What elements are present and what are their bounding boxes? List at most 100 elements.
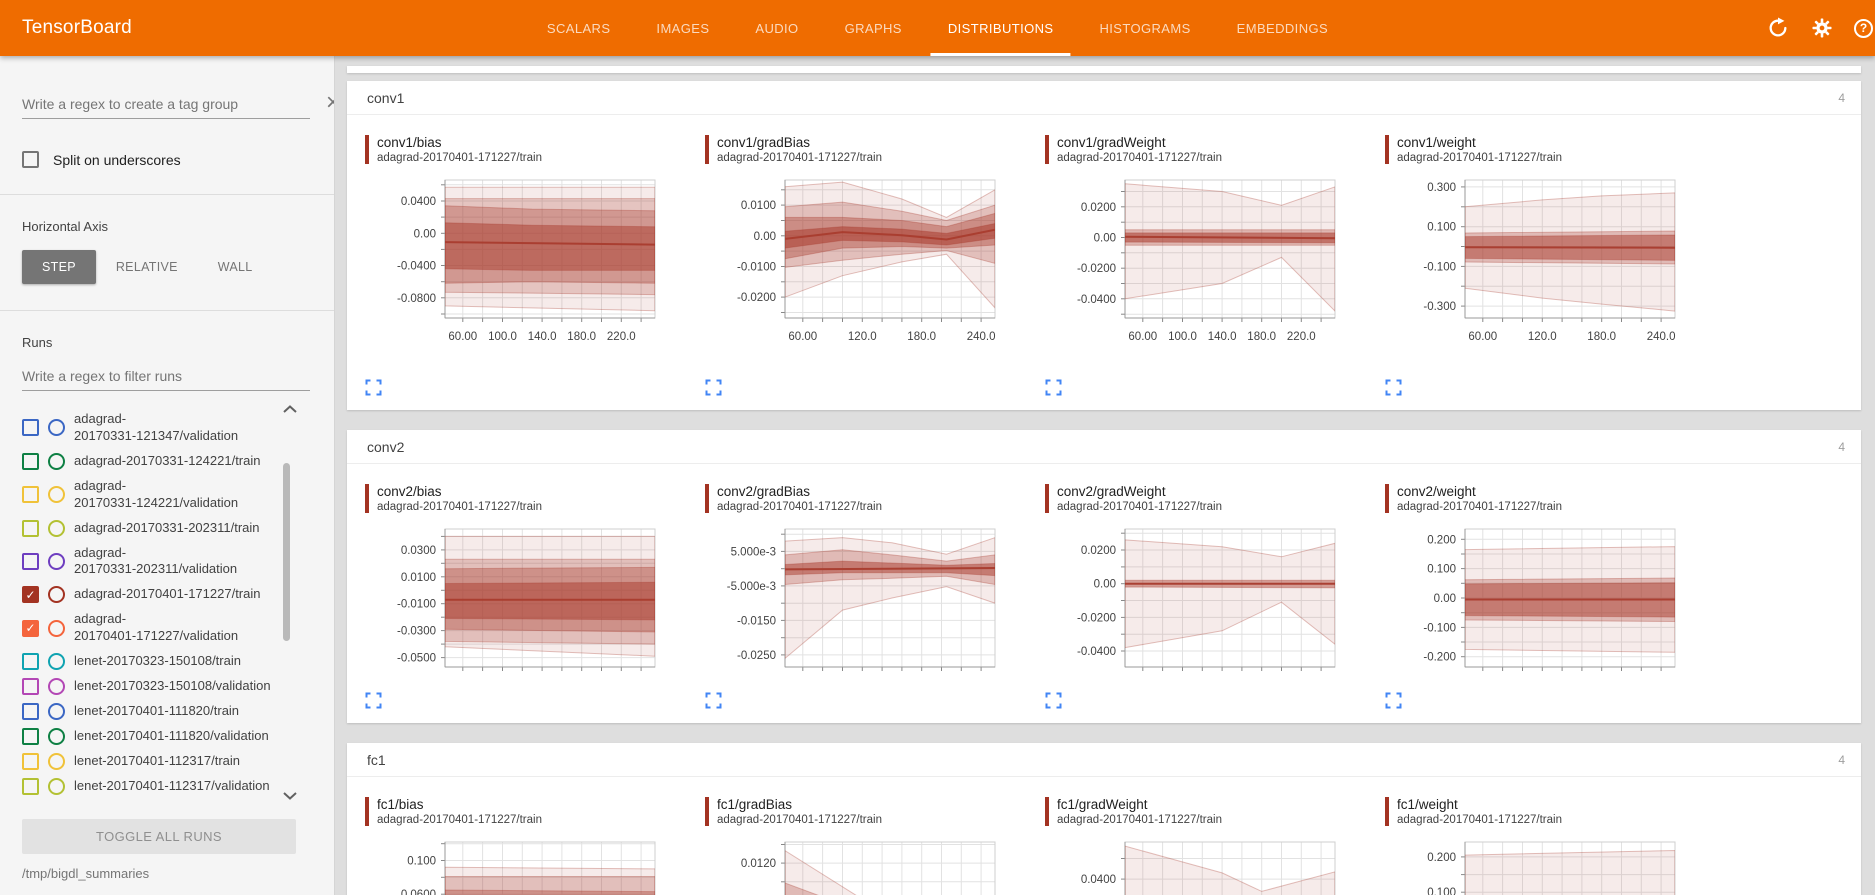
settings-icon[interactable]	[1810, 16, 1834, 40]
section-header-fc1[interactable]: fc14	[347, 743, 1861, 777]
horizontal-axis-label: Horizontal Axis	[0, 219, 334, 234]
section-header-conv2[interactable]: conv24	[347, 430, 1861, 464]
tab-distributions[interactable]: DISTRIBUTIONS	[925, 0, 1077, 56]
run-row[interactable]: lenet-20170401-112317/validation	[22, 774, 290, 799]
help-icon[interactable]: ?	[1854, 19, 1873, 38]
run-checkbox[interactable]	[22, 778, 39, 795]
run-checkbox[interactable]	[22, 703, 39, 720]
run-radio[interactable]	[48, 553, 65, 570]
run-row[interactable]: adagrad-20170331-202311/train	[22, 516, 290, 541]
expand-icon[interactable]	[705, 692, 722, 709]
expand-icon[interactable]	[365, 692, 382, 709]
run-label: lenet-20170323-150108/validation	[74, 678, 271, 695]
refresh-icon[interactable]	[1766, 16, 1790, 40]
run-checkbox[interactable]	[22, 728, 39, 745]
tab-graphs[interactable]: GRAPHS	[822, 0, 925, 56]
run-row[interactable]: adagrad-20170331-121347/validation	[22, 407, 290, 449]
expand-icon[interactable]	[1385, 692, 1402, 709]
run-checkbox[interactable]	[22, 678, 39, 695]
run-radio[interactable]	[48, 453, 65, 470]
runs-scrollbar[interactable]	[283, 463, 290, 641]
runs-filter-input[interactable]	[22, 364, 310, 391]
chart-run-name: adagrad-20170401-171227/train	[1057, 814, 1222, 826]
chart-title: fc1/gradWeight	[1057, 797, 1222, 812]
run-checkbox[interactable]: ✓	[22, 620, 39, 637]
tab-scalars[interactable]: SCALARS	[524, 0, 634, 56]
run-checkbox[interactable]	[22, 520, 39, 537]
run-radio[interactable]	[48, 703, 65, 720]
run-radio[interactable]	[48, 586, 65, 603]
run-checkbox[interactable]	[22, 653, 39, 670]
run-row[interactable]: lenet-20170323-150108/train	[22, 649, 290, 674]
svg-text:-0.0400: -0.0400	[1077, 646, 1116, 658]
run-row[interactable]: ✓adagrad-20170401-171227/train	[22, 582, 290, 607]
axis-button-relative[interactable]: RELATIVE	[96, 250, 198, 284]
axis-button-step[interactable]: STEP	[22, 250, 96, 284]
chart-title-block: fc1/weightadagrad-20170401-171227/train	[1385, 797, 1713, 826]
chevron-up-icon[interactable]	[282, 401, 298, 419]
run-radio[interactable]	[48, 653, 65, 670]
run-row[interactable]: adagrad-20170331-124221/validation	[22, 474, 290, 516]
run-radio[interactable]	[48, 678, 65, 695]
tab-histograms[interactable]: HISTOGRAMS	[1076, 0, 1213, 56]
expand-icon[interactable]	[1045, 692, 1062, 709]
run-checkbox[interactable]	[22, 453, 39, 470]
toggle-all-runs-button[interactable]: TOGGLE ALL RUNS	[22, 819, 296, 854]
tab-images[interactable]: IMAGES	[633, 0, 732, 56]
chart-plot: 0.2000.1000.00-0.100-0.200	[1373, 521, 1713, 686]
run-checkbox[interactable]	[22, 486, 39, 503]
svg-text:0.00: 0.00	[414, 228, 436, 240]
chart-cell-fc1-weight: fc1/weightadagrad-20170401-171227/train 0…	[1373, 797, 1713, 895]
split-underscores-checkbox[interactable]	[22, 151, 39, 168]
split-underscores-row[interactable]: Split on underscores	[0, 151, 334, 168]
svg-text:120.0: 120.0	[1528, 331, 1557, 343]
run-radio[interactable]	[48, 778, 65, 795]
run-radio[interactable]	[48, 753, 65, 770]
chart-plot: 0.01206.000e-30.00	[693, 834, 1033, 895]
previous-card-edge	[347, 66, 1861, 73]
expand-icon[interactable]	[1045, 379, 1062, 396]
tag-filter-input[interactable]	[22, 92, 310, 119]
chart-title-block: conv2/gradBiasadagrad-20170401-171227/tr…	[705, 484, 1033, 513]
chart-title-block: conv1/gradBiasadagrad-20170401-171227/tr…	[705, 135, 1033, 164]
expand-icon[interactable]	[365, 379, 382, 396]
svg-text:-0.0400: -0.0400	[1077, 294, 1116, 306]
section-chart-count: 4	[1838, 91, 1845, 105]
run-row[interactable]: lenet-20170401-112317/train	[22, 749, 290, 774]
svg-text:-0.0250: -0.0250	[737, 650, 776, 662]
run-row[interactable]: lenet-20170401-111820/validation	[22, 724, 290, 749]
section-header-conv1[interactable]: conv14	[347, 81, 1861, 115]
close-icon[interactable]: ×	[326, 92, 335, 114]
chart-title-block: conv2/gradWeightadagrad-20170401-171227/…	[1045, 484, 1373, 513]
run-row[interactable]: adagrad-20170331-124221/train	[22, 449, 290, 474]
chart-title: conv1/gradBias	[717, 135, 882, 150]
run-radio[interactable]	[48, 728, 65, 745]
run-row[interactable]: ✓adagrad-20170401-171227/validation	[22, 607, 290, 649]
expand-icon[interactable]	[705, 379, 722, 396]
run-radio[interactable]	[48, 486, 65, 503]
run-color-bar	[1045, 135, 1049, 164]
section-title: fc1	[367, 752, 386, 768]
svg-text:-0.100: -0.100	[1423, 261, 1456, 273]
run-row[interactable]: lenet-20170401-111820/train	[22, 699, 290, 724]
axis-button-wall[interactable]: WALL	[198, 250, 273, 284]
run-checkbox[interactable]	[22, 419, 39, 436]
chart-cell-fc1-gradWeight: fc1/gradWeight adagrad-20170401-171227/tr…	[1033, 797, 1373, 895]
tab-embeddings[interactable]: EMBEDDINGS	[1214, 0, 1351, 56]
tab-audio[interactable]: AUDIO	[732, 0, 821, 56]
chart-cell-conv1-weight: conv1/weightadagrad-20170401-171227/trai…	[1373, 135, 1713, 408]
run-radio[interactable]	[48, 520, 65, 537]
run-radio[interactable]	[48, 419, 65, 436]
expand-icon[interactable]	[1385, 379, 1402, 396]
chevron-down-icon[interactable]	[282, 787, 298, 805]
distribution-chart: 0.2000.1000.00-0.100	[1373, 834, 1703, 895]
run-checkbox[interactable]: ✓	[22, 586, 39, 603]
run-checkbox[interactable]	[22, 553, 39, 570]
run-checkbox[interactable]	[22, 753, 39, 770]
run-row[interactable]: lenet-20170323-150108/validation	[22, 674, 290, 699]
run-color-bar	[1385, 484, 1389, 513]
log-directory: /tmp/bigdl_summaries	[0, 854, 334, 895]
distribution-chart: 0.01206.000e-30.00	[693, 834, 1023, 895]
run-radio[interactable]	[48, 620, 65, 637]
run-row[interactable]: adagrad-20170331-202311/validation	[22, 541, 290, 583]
